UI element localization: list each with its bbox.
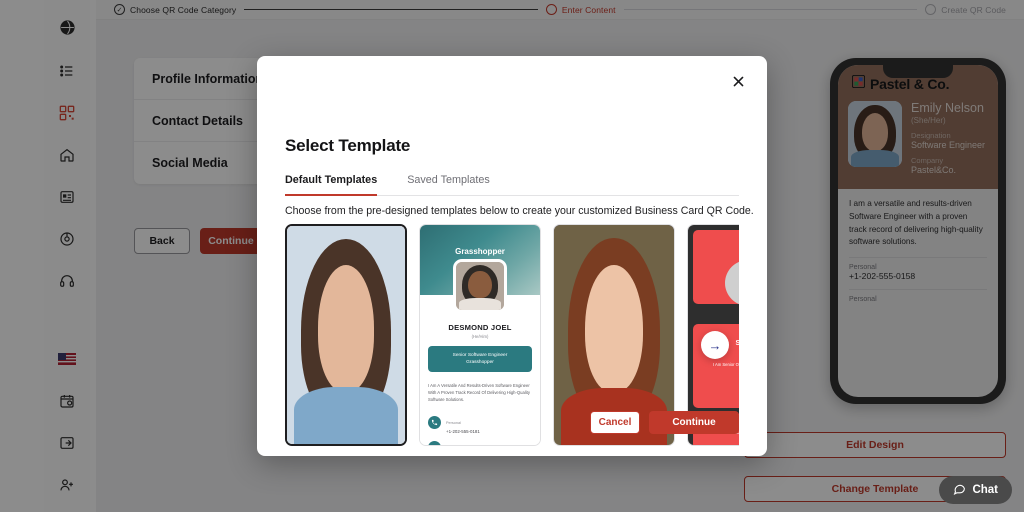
modal-footer: Cancel Continue xyxy=(590,411,739,434)
close-icon[interactable] xyxy=(729,72,747,90)
template-contact-row xyxy=(420,434,540,445)
template-hero: Grasshopper xyxy=(420,225,540,313)
template-card-grasshopper[interactable]: Grasshopper DESMOND JOEL (He/Him) Senior… xyxy=(419,224,541,446)
avatar xyxy=(725,260,739,306)
mail-icon xyxy=(428,441,441,445)
modal-title: Select Template xyxy=(285,136,411,155)
arrow-right-icon: → xyxy=(708,337,722,353)
template-name: DESMOND JOEL xyxy=(448,323,512,332)
avatar xyxy=(453,259,507,313)
continue-label: Continue xyxy=(672,417,716,428)
template-role-badge: Senior Software Engineer Grasshopper xyxy=(428,346,532,373)
select-template-modal: Select Template Default Templates Saved … xyxy=(257,56,767,456)
template-brand-name: Grasshopper xyxy=(455,247,505,256)
tab-label: Saved Templates xyxy=(407,174,490,186)
chat-bubble-icon xyxy=(953,482,966,498)
template-company: Grasshopper xyxy=(466,360,494,366)
template-about: I Am Senior Of Exp Profitable A Invest xyxy=(712,362,739,367)
chat-label: Chat xyxy=(972,484,998,496)
cancel-label: Cancel xyxy=(598,417,632,428)
avatar xyxy=(554,225,674,445)
template-contact: Personal +1-202-555-0181 xyxy=(446,411,480,434)
avatar xyxy=(287,226,405,444)
app-root: ✓ Choose QR Code Category Enter Content … xyxy=(0,0,1024,512)
phone-icon xyxy=(428,416,441,430)
chat-widget-button[interactable]: Chat xyxy=(939,476,1012,504)
modal-continue-button[interactable]: Continue xyxy=(649,411,739,434)
tab-label: Default Templates xyxy=(285,174,378,186)
template-identity: Emily Nelson (She/Her) Designation Softw… xyxy=(287,226,405,444)
tab-saved-templates[interactable]: Saved Templates xyxy=(407,174,490,195)
modal-tabs: Default Templates Saved Templates xyxy=(285,174,739,196)
tab-default-templates[interactable]: Default Templates xyxy=(285,174,378,196)
contact-value: +1-202-555-0181 xyxy=(446,429,480,435)
template-header: Pastel & Co. Emily Nelson (She/Her) Desi… xyxy=(287,226,405,444)
template-card-pastel[interactable]: Pastel & Co. Emily Nelson (She/Her) Desi… xyxy=(285,224,407,446)
template-brand: C xyxy=(693,239,739,247)
template-header: C xyxy=(693,230,739,306)
carousel-next-button[interactable]: → xyxy=(701,331,729,359)
template-about: I Am A Versatile And Results-Driven Soft… xyxy=(428,383,530,403)
template-role: Senior Software Engineer xyxy=(452,353,508,358)
template-contact-row: Personal +1-202-555-0181 xyxy=(420,404,540,434)
template-header: EdgeKart Janet Williams (She/Her) Senior… xyxy=(554,225,674,445)
modal-description: Choose from the pre-designed templates b… xyxy=(285,205,754,217)
contact-label: Personal xyxy=(446,421,461,426)
cancel-button[interactable]: Cancel xyxy=(590,411,640,434)
template-pronouns: (He/Him) xyxy=(471,334,489,339)
